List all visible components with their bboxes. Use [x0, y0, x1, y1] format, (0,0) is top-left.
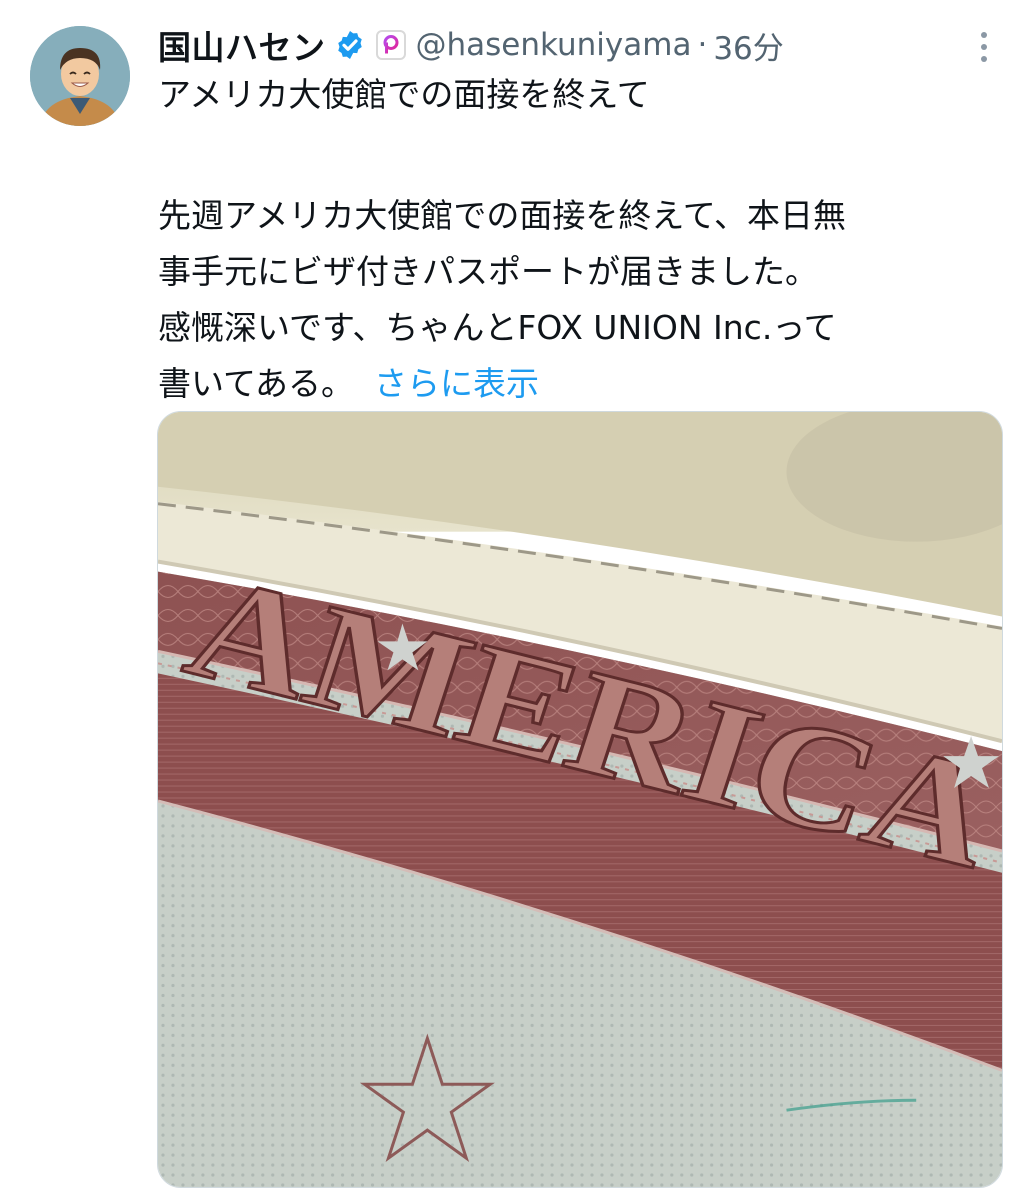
- verified-badge-icon[interactable]: [334, 29, 366, 61]
- post-body: 先週アメリカ大使館での面接を終えて、本日無 事手元にビザ付きパスポートが届きまし…: [158, 188, 1003, 412]
- meta-separator: ·: [697, 27, 708, 63]
- more-options-icon[interactable]: [966, 24, 1002, 70]
- post-body-line: 先週アメリカ大使館での面接を終えて、本日無: [158, 196, 847, 235]
- avatar[interactable]: [30, 26, 130, 126]
- show-more-link[interactable]: さらに表示: [374, 364, 539, 403]
- post-body-line: 感慨深いです、ちゃんとFOX UNION Inc.って: [158, 308, 837, 347]
- post-image[interactable]: AMERICA: [157, 411, 1003, 1188]
- visa-photo: AMERICA: [158, 412, 1002, 1187]
- post-timestamp[interactable]: 36分: [713, 23, 783, 68]
- post-header: 国山ハセン @hasenkuniyama · 36分: [158, 20, 784, 70]
- display-name[interactable]: 国山ハセン: [158, 21, 326, 69]
- post-body-line-text: 書いてある。: [158, 364, 355, 403]
- avatar-illustration: [30, 26, 130, 126]
- post-body-line-last: 書いてある。 さらに表示: [158, 356, 1003, 412]
- post-title: アメリカ大使館での面接を終えて: [158, 75, 650, 114]
- user-handle[interactable]: @hasenkuniyama: [416, 27, 692, 63]
- affiliate-p-icon[interactable]: [375, 30, 406, 60]
- post-body-line: 事手元にビザ付きパスポートが届きました。: [158, 252, 818, 291]
